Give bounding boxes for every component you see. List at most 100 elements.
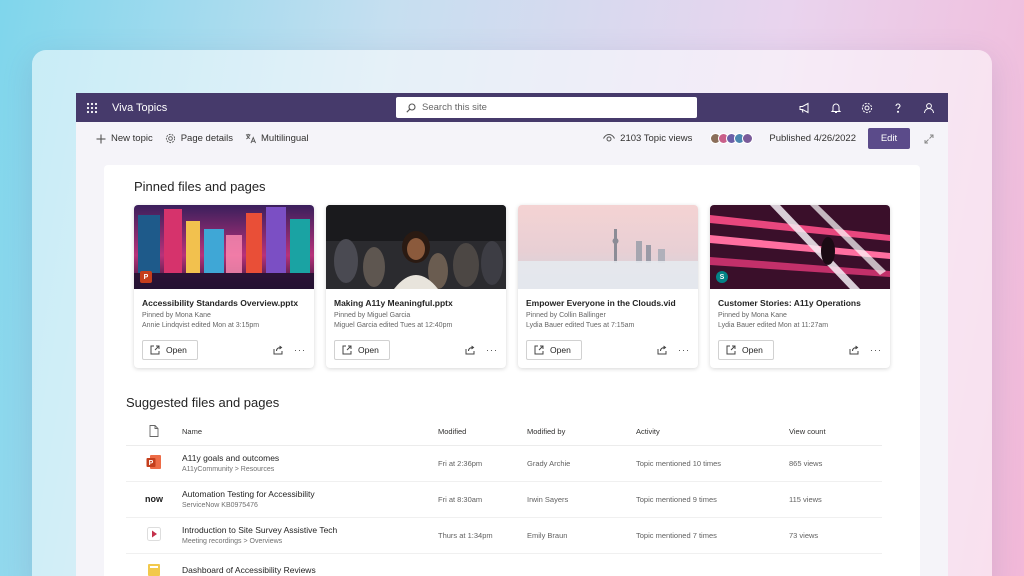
new-topic-button[interactable]: New topic xyxy=(96,133,153,144)
modified-cell: Fri at 8:30am xyxy=(438,481,527,518)
powerpoint-badge-icon: P xyxy=(140,271,152,283)
card-edited: Miguel Garcia edited Tues at 12:40pm xyxy=(334,322,453,329)
card-pinned-by: Pinned by Mona Kane xyxy=(142,312,211,319)
card-thumbnail-image xyxy=(518,205,698,289)
search-box[interactable]: Search this site xyxy=(396,97,697,118)
multilingual-label: Multilingual xyxy=(261,133,309,144)
card-title[interactable]: Empower Everyone in the Clouds.vid xyxy=(526,298,690,308)
published-date: Published 4/26/2022 xyxy=(769,133,856,144)
view-count-cell xyxy=(789,553,882,576)
table-row[interactable]: Introduction to Site Survey Assistive Te… xyxy=(126,517,882,554)
search-icon xyxy=(406,102,416,113)
more-options-icon[interactable]: ··· xyxy=(294,345,306,355)
edit-button[interactable]: Edit xyxy=(868,128,910,149)
open-label: Open xyxy=(550,345,571,355)
gear-icon[interactable] xyxy=(851,93,882,122)
suite-actions xyxy=(789,93,944,122)
expand-icon[interactable] xyxy=(924,134,934,144)
topic-views: 2103 Topic views xyxy=(603,133,692,144)
view-count-cell: 73 views xyxy=(789,517,882,554)
file-name[interactable]: Automation Testing for Accessibility xyxy=(182,489,438,499)
person-icon[interactable] xyxy=(913,93,944,122)
modified-cell: Thurs at 1:34pm xyxy=(438,517,527,554)
app-window: Viva Topics Search this site New topic P… xyxy=(76,93,948,576)
app-title[interactable]: Viva Topics xyxy=(112,102,167,114)
card-actions: Open ··· xyxy=(142,340,306,360)
modified-by-cell: Irwin Sayers xyxy=(527,481,636,518)
activity-cell: Topic mentioned 10 times xyxy=(636,445,789,482)
modified-by-column-header[interactable]: Modified by xyxy=(527,419,636,446)
more-options-icon[interactable]: ··· xyxy=(486,345,498,355)
card-thumbnail-image: S xyxy=(710,205,890,289)
open-button[interactable]: Open xyxy=(526,340,582,360)
file-path: A11yCommunity > Resources xyxy=(182,466,275,473)
modified-cell xyxy=(438,553,527,576)
more-options-icon[interactable]: ··· xyxy=(678,345,690,355)
card-edited: Lydia Bauer edited Tues at 7:15am xyxy=(526,322,635,329)
file-name[interactable]: A11y goals and outcomes xyxy=(182,453,438,463)
bell-icon[interactable] xyxy=(820,93,851,122)
open-label: Open xyxy=(166,345,187,355)
modified-by-cell: Grady Archie xyxy=(527,445,636,482)
table-row[interactable]: P A11y goals and outcomes A11yCommunity … xyxy=(126,445,882,482)
translate-icon xyxy=(245,133,256,144)
powerpoint-icon: P xyxy=(146,454,162,470)
pinned-cards: P Accessibility Standards Overview.pptx … xyxy=(134,205,890,368)
svg-text:P: P xyxy=(149,460,154,467)
file-type-column-header[interactable] xyxy=(126,419,182,446)
view-count-cell: 115 views xyxy=(789,481,882,518)
table-row[interactable]: now Automation Testing for Accessibility… xyxy=(126,481,882,518)
pinned-card[interactable]: P Accessibility Standards Overview.pptx … xyxy=(134,205,314,368)
pinned-card[interactable]: Making A11y Meaningful.pptx Pinned by Mi… xyxy=(326,205,506,368)
megaphone-icon[interactable] xyxy=(789,93,820,122)
help-icon[interactable] xyxy=(882,93,913,122)
name-column-header[interactable]: Name xyxy=(182,419,438,446)
video-icon xyxy=(147,527,161,541)
command-bar-right: 2103 Topic views Published 4/26/2022 Edi… xyxy=(603,122,934,155)
activity-cell: Topic mentioned 9 times xyxy=(636,481,789,518)
card-edited: Lydia Bauer edited Mon at 11:27am xyxy=(718,322,829,329)
open-external-icon xyxy=(534,345,544,355)
eye-icon xyxy=(603,134,616,143)
multilingual-button[interactable]: Multilingual xyxy=(245,133,309,144)
open-button[interactable]: Open xyxy=(334,340,390,360)
share-icon[interactable] xyxy=(849,345,860,355)
avatar xyxy=(742,133,754,144)
new-topic-label: New topic xyxy=(111,133,153,144)
view-count-column-header[interactable]: View count xyxy=(789,419,882,446)
card-thumbnail-image xyxy=(326,205,506,289)
contributors-avatars[interactable] xyxy=(710,133,754,144)
topic-content: Pinned files and pages P Accessibility S… xyxy=(104,165,920,576)
card-pinned-by: Pinned by Miguel Garcia xyxy=(334,312,411,319)
sharepoint-badge-icon: S xyxy=(716,271,728,283)
modified-column-header[interactable]: Modified xyxy=(438,419,527,446)
pinned-section-title: Pinned files and pages xyxy=(134,179,266,194)
open-button[interactable]: Open xyxy=(142,340,198,360)
card-actions: Open ··· xyxy=(526,340,690,360)
card-pinned-by: Pinned by Mona Kane xyxy=(718,312,787,319)
more-options-icon[interactable]: ··· xyxy=(870,345,882,355)
topic-views-label: 2103 Topic views xyxy=(620,133,693,144)
page-details-button[interactable]: Page details xyxy=(165,133,233,144)
app-launcher-icon[interactable] xyxy=(78,102,106,114)
card-title[interactable]: Accessibility Standards Overview.pptx xyxy=(142,298,306,308)
open-button[interactable]: Open xyxy=(718,340,774,360)
pinned-card[interactable]: Empower Everyone in the Clouds.vid Pinne… xyxy=(518,205,698,368)
card-pinned-by: Pinned by Collin Ballinger xyxy=(526,312,606,319)
modified-cell: Fri at 2:36pm xyxy=(438,445,527,482)
table-row[interactable]: Dashboard of Accessibility Reviews xyxy=(126,553,882,576)
pinned-card[interactable]: S Customer Stories: A11y Operations Pinn… xyxy=(710,205,890,368)
card-title[interactable]: Customer Stories: A11y Operations xyxy=(718,298,882,308)
table-header-row: Name Modified Modified by Activity View … xyxy=(126,419,882,446)
file-name[interactable]: Dashboard of Accessibility Reviews xyxy=(182,565,438,575)
suggested-files-table: Name Modified Modified by Activity View … xyxy=(126,419,882,576)
file-name[interactable]: Introduction to Site Survey Assistive Te… xyxy=(182,525,438,535)
share-icon[interactable] xyxy=(657,345,668,355)
card-title[interactable]: Making A11y Meaningful.pptx xyxy=(334,298,498,308)
share-icon[interactable] xyxy=(465,345,476,355)
plus-icon xyxy=(96,134,106,144)
card-actions: Open ··· xyxy=(334,340,498,360)
open-external-icon xyxy=(342,345,352,355)
share-icon[interactable] xyxy=(273,345,284,355)
activity-column-header[interactable]: Activity xyxy=(636,419,789,446)
